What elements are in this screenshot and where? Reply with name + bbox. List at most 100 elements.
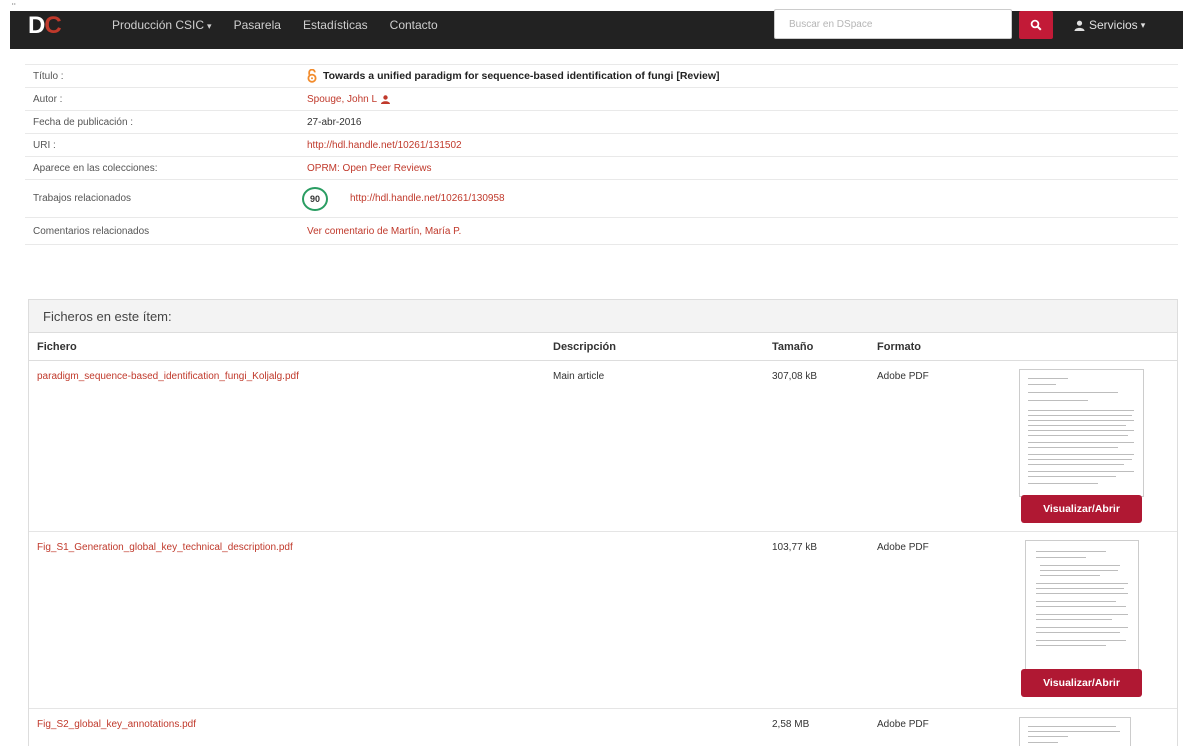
- thumb-line: [1028, 459, 1132, 460]
- thumb-line: [1028, 392, 1118, 393]
- col-header-size: Tamaño: [772, 340, 814, 353]
- item-metadata-table: Título : Towards a unified paradigm for …: [25, 64, 1178, 245]
- thumb-line: [1028, 400, 1088, 401]
- thumb-line: [1036, 627, 1128, 628]
- file-description: Main article: [553, 371, 605, 382]
- meta-row-uri: URI : http://hdl.handle.net/10261/131502: [25, 134, 1178, 157]
- file-row: Fig_S1_Generation_global_key_technical_d…: [29, 532, 1177, 709]
- thumb-line: [1036, 583, 1128, 584]
- uri-link[interactable]: http://hdl.handle.net/10261/131502: [307, 140, 462, 151]
- file-row: Fig_S2_global_key_annotations.pdf 2,58 M…: [29, 709, 1177, 746]
- thumb-line: [1040, 570, 1118, 571]
- meta-row-related: Trabajos relacionados 90 http://hdl.hand…: [25, 180, 1178, 218]
- thumb-line: [1028, 425, 1126, 426]
- file-thumbnail[interactable]: [1019, 717, 1131, 746]
- user-icon: [1074, 20, 1085, 31]
- thumb-line: [1036, 588, 1124, 589]
- thumb-line: [1040, 565, 1120, 566]
- caret-down-icon: ▾: [207, 21, 212, 31]
- meta-row-author: Autor : Spouge, John L: [25, 88, 1178, 111]
- file-size: 2,58 MB: [772, 719, 810, 730]
- file-thumbnail[interactable]: [1025, 540, 1139, 672]
- title-value-wrap: Towards a unified paradigm for sequence-…: [307, 69, 720, 83]
- thumb-line: [1036, 614, 1128, 615]
- author-link[interactable]: Spouge, John L: [307, 94, 377, 105]
- thumb-line: [1028, 442, 1134, 443]
- file-size: 103,77 kB: [772, 542, 818, 553]
- file-thumbnail[interactable]: [1019, 369, 1144, 497]
- thumb-line: [1028, 378, 1068, 379]
- author-label: Autor :: [33, 93, 63, 105]
- collections-label: Aparece en las colecciones:: [33, 162, 158, 174]
- top-navbar: ¨ DC Producción CSIC ▾ Pasarela Estadísti…: [10, 2, 1183, 49]
- view-open-button[interactable]: Visualizar/Abrir: [1021, 495, 1142, 523]
- nav-produccion-label: Producción CSIC: [112, 18, 205, 32]
- nav-produccion-csic[interactable]: Producción CSIC ▾: [112, 18, 212, 32]
- nav-estadisticas[interactable]: Estadísticas: [303, 18, 368, 32]
- thumb-line: [1028, 464, 1124, 465]
- file-link[interactable]: Fig_S2_global_key_annotations.pdf: [37, 719, 196, 730]
- services-menu[interactable]: Servicios ▾: [1074, 11, 1145, 39]
- files-panel-title: Ficheros en este ítem:: [29, 300, 1177, 333]
- thumb-line: [1028, 731, 1120, 732]
- thumb-line: [1036, 640, 1126, 641]
- thumb-line: [1036, 606, 1126, 607]
- collections-value-wrap: OPRM: Open Peer Reviews: [307, 163, 432, 174]
- author-profile-icon[interactable]: [381, 94, 391, 104]
- thumb-line: [1028, 447, 1118, 448]
- item-title: Towards a unified paradigm for sequence-…: [323, 70, 720, 82]
- thumb-line: [1028, 410, 1134, 411]
- collection-link[interactable]: OPRM: Open Peer Reviews: [307, 163, 432, 174]
- thumb-line: [1036, 551, 1106, 552]
- search-input[interactable]: [774, 9, 1012, 39]
- caret-down-icon: ▾: [1140, 19, 1146, 30]
- file-format: Adobe PDF: [877, 719, 929, 730]
- nav-pasarela[interactable]: Pasarela: [234, 18, 281, 32]
- col-header-file: Fichero: [37, 340, 77, 353]
- thumb-line: [1028, 742, 1058, 743]
- col-header-format: Formato: [877, 340, 921, 353]
- logo-letter-d: D: [28, 12, 45, 39]
- dspace-logo[interactable]: DC: [28, 12, 62, 40]
- thumb-line: [1028, 435, 1128, 436]
- file-size: 307,08 kB: [772, 371, 818, 382]
- altmetric-badge[interactable]: 90: [302, 186, 328, 211]
- meta-row-date: Fecha de publicación : 27-abr-2016: [25, 111, 1178, 134]
- related-label: Trabajos relacionados: [33, 193, 132, 204]
- files-table-header: Fichero Descripción Tamaño Formato: [29, 333, 1177, 361]
- comments-value-wrap: Ver comentario de Martín, María P.: [307, 226, 461, 237]
- thumb-line: [1028, 420, 1134, 421]
- file-format: Adobe PDF: [877, 542, 929, 553]
- thumb-line: [1028, 736, 1068, 737]
- uri-label: URI :: [33, 139, 56, 151]
- thumb-line: [1040, 575, 1100, 576]
- thumb-line: [1036, 557, 1086, 558]
- services-label: Servicios: [1089, 18, 1138, 32]
- thumb-line: [1028, 415, 1132, 416]
- thumb-line: [1036, 632, 1120, 633]
- search-button[interactable]: [1019, 11, 1053, 39]
- main-nav: Producción CSIC ▾ Pasarela Estadísticas C…: [112, 11, 460, 39]
- date-value: 27-abr-2016: [307, 116, 362, 128]
- logo-dots: ¨: [12, 2, 17, 14]
- comments-label: Comentarios relacionados: [33, 225, 150, 237]
- meta-row-comments: Comentarios relacionados Ver comentario …: [25, 218, 1178, 245]
- comments-link[interactable]: Ver comentario de Martín, María P.: [307, 226, 461, 237]
- file-link[interactable]: paradigm_sequence-based_identification_f…: [37, 371, 299, 382]
- search-icon: [1030, 19, 1042, 31]
- thumb-line: [1036, 601, 1116, 602]
- view-open-button[interactable]: Visualizar/Abrir: [1021, 669, 1142, 697]
- thumb-line: [1028, 430, 1134, 431]
- thumb-line: [1028, 471, 1134, 472]
- nav-contacto[interactable]: Contacto: [390, 18, 438, 32]
- meta-row-collections: Aparece en las colecciones: OPRM: Open P…: [25, 157, 1178, 180]
- open-access-icon: [307, 69, 317, 83]
- thumb-line: [1036, 593, 1128, 594]
- file-link[interactable]: Fig_S1_Generation_global_key_technical_d…: [37, 542, 293, 553]
- date-label: Fecha de publicación :: [33, 116, 134, 128]
- thumb-line: [1028, 454, 1134, 455]
- related-link[interactable]: http://hdl.handle.net/10261/130958: [350, 193, 505, 204]
- col-header-description: Descripción: [553, 340, 616, 353]
- thumb-line: [1028, 384, 1056, 385]
- logo-letter-c: C: [44, 12, 61, 39]
